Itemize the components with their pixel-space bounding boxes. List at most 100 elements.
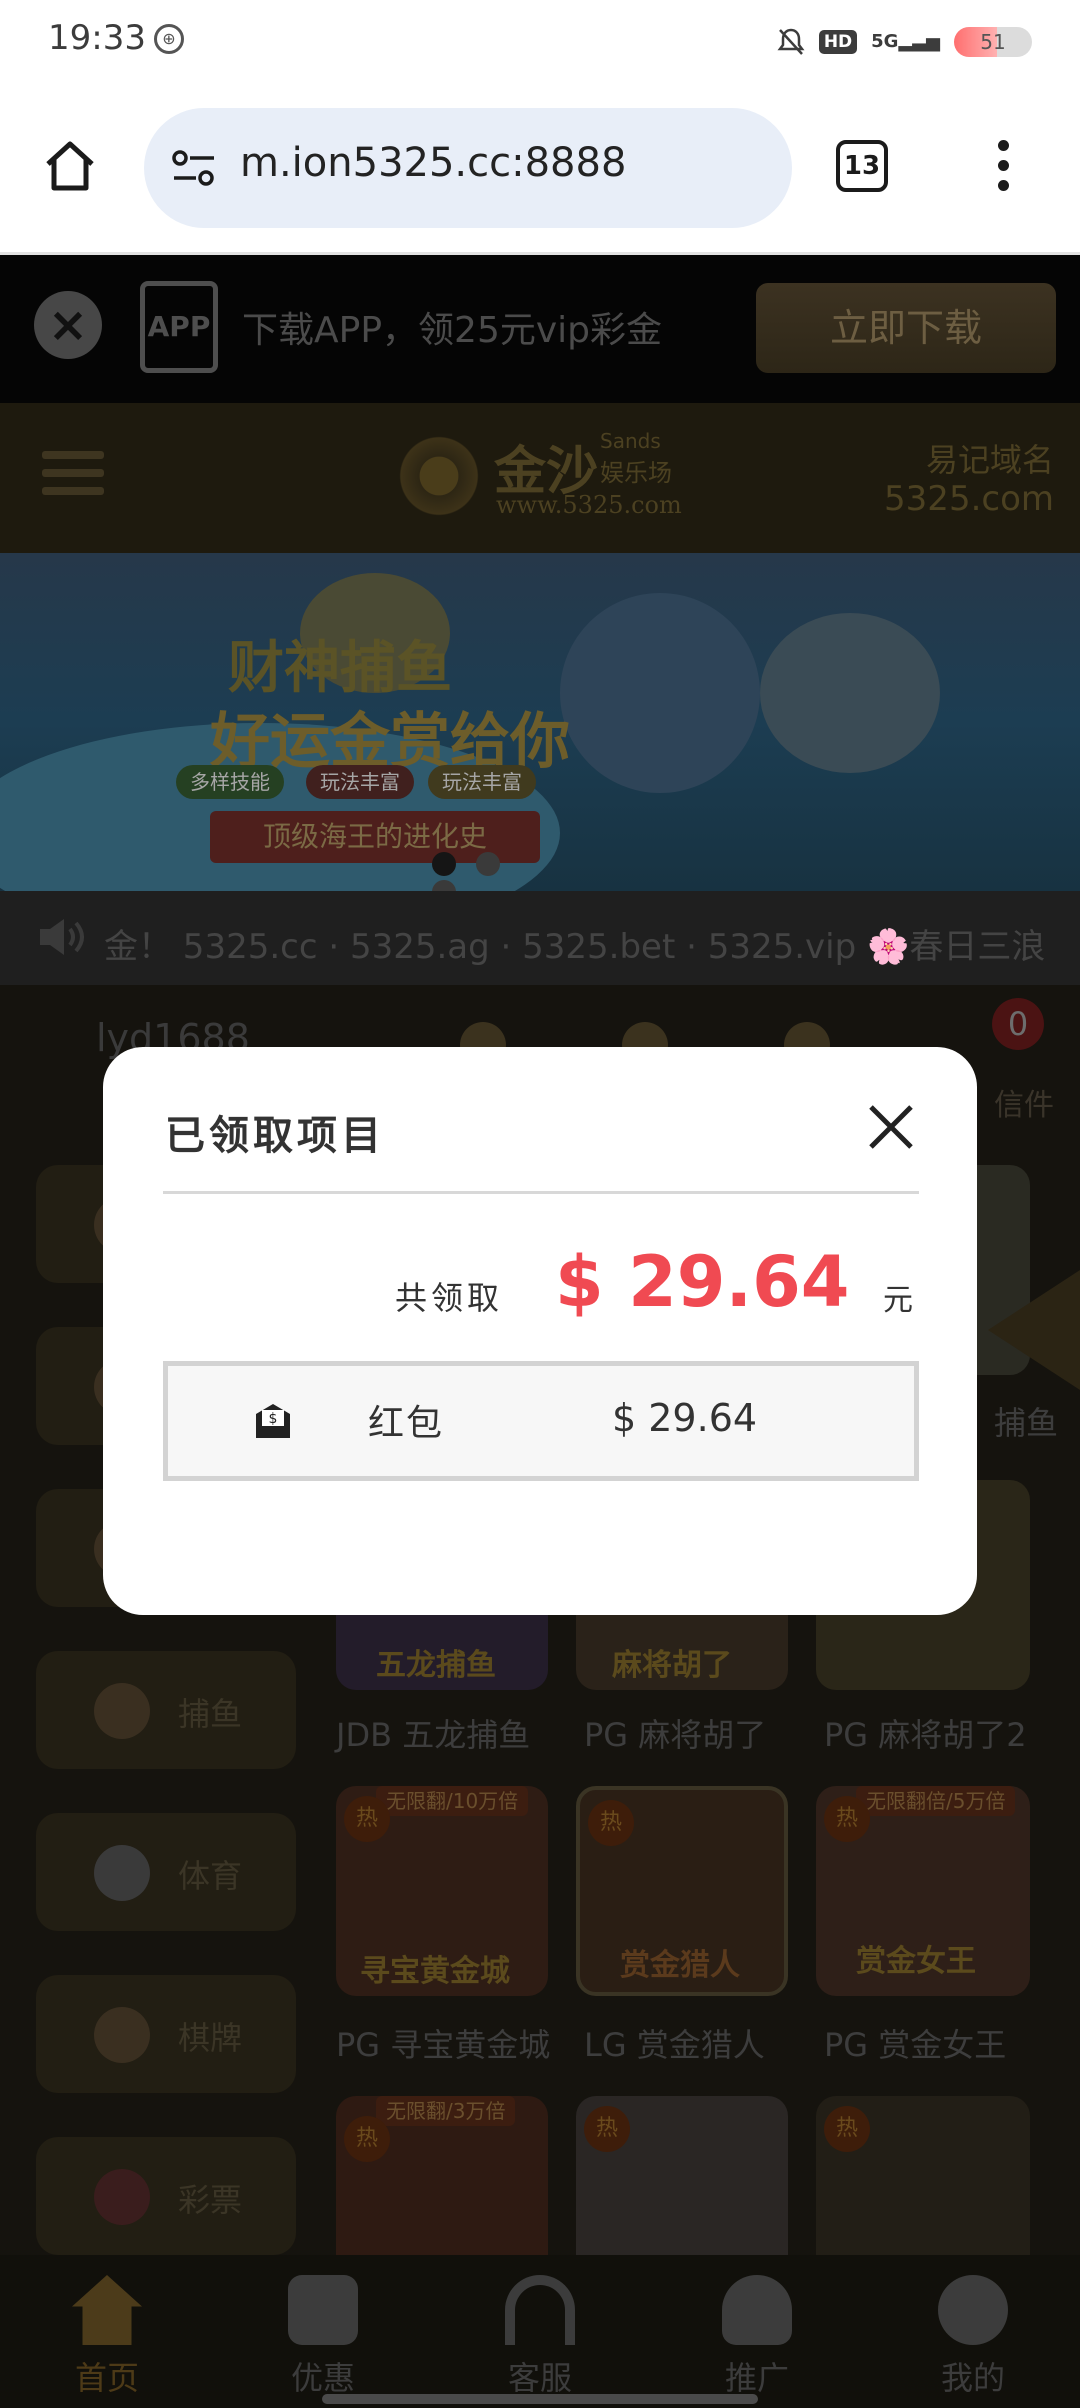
home-icon[interactable]: [40, 136, 100, 196]
hot-badge: 热: [344, 2116, 390, 2162]
promo-pill: 玩法丰富: [428, 765, 536, 799]
headset-icon: [505, 2275, 575, 2345]
hamburger-menu-icon[interactable]: [42, 451, 104, 499]
game-tag: 无限翻/3万倍: [376, 2096, 516, 2126]
mail-badge: 0: [992, 998, 1044, 1050]
lottery-balls-icon: [94, 2169, 150, 2225]
game-tile[interactable]: 热: [576, 2096, 788, 2256]
easy-domain: 5325.com: [884, 479, 1054, 519]
item-label: 红包: [368, 1403, 445, 1444]
signal-icon: 5G▂▃▅: [871, 31, 940, 52]
marquee-text: 金！ 5325.cc · 5325.ag · 5325.bet · 5325.v…: [104, 927, 1046, 967]
game-label[interactable]: PG 麻将胡了2: [824, 1710, 1080, 1756]
game-label[interactable]: LG 赏金猎人: [584, 2020, 765, 2066]
game-label[interactable]: JDB 五龙捕鱼: [336, 1710, 530, 1756]
nav-label: 客服: [507, 2359, 572, 2397]
nav-referral[interactable]: 推广: [682, 2275, 832, 2399]
category-label: 棋牌: [178, 2019, 243, 2057]
easy-domain-label: 易记域名: [925, 441, 1054, 479]
battery-icon: 51: [954, 27, 1032, 57]
nav-promotions[interactable]: 优惠: [248, 2275, 398, 2399]
mail-label[interactable]: 信件: [994, 1080, 1054, 1124]
logo-sub-cn: 娱乐场: [600, 459, 672, 487]
game-art-text: 五龙捕鱼: [376, 1648, 496, 1683]
logo-sun-icon: [394, 431, 484, 521]
close-icon[interactable]: [863, 1099, 919, 1155]
hot-badge: 热: [824, 1796, 870, 1842]
add-user-icon: [722, 2275, 792, 2345]
claimed-items-dialog: 已领取项目 共领取 $ 29.64 元 $ 红包 $ 29.64: [103, 1047, 977, 1615]
game-label[interactable]: PG 麻将胡了: [584, 1710, 766, 1756]
game-art-text: 寻宝黄金城: [360, 1954, 510, 1989]
category-chess-cards[interactable]: 棋牌: [36, 1975, 296, 2093]
game-art-text: 赏金女王: [856, 1944, 976, 1979]
hd-badge: HD: [818, 30, 858, 54]
mute-bell-icon: [777, 28, 805, 55]
shark-graphic: [560, 593, 760, 793]
category-sports[interactable]: 体育: [36, 1813, 296, 1931]
game-tile[interactable]: 无限翻倍/5万倍 热 赏金女王: [816, 1786, 1030, 1996]
promo-banner[interactable]: 财神捕鱼 好运金赏给你 多样技能 玩法丰富 玩法丰富 顶级海王的进化史: [0, 553, 1080, 891]
game-tile[interactable]: 热 赏金猎人: [576, 1786, 788, 1996]
app-file-icon: APP: [140, 281, 218, 373]
total-amount: $ 29.64: [555, 1241, 850, 1323]
promo-pill: 多样技能: [176, 765, 284, 799]
claimed-item-row: $ 红包 $ 29.64: [163, 1361, 919, 1481]
carousel-dots[interactable]: [432, 852, 562, 904]
nav-profile[interactable]: 我的: [898, 2275, 1048, 2399]
svg-text:$: $: [269, 1411, 278, 1427]
red-envelope-icon: $: [256, 1404, 290, 1438]
fish-graphic: [760, 613, 940, 773]
address-bar[interactable]: m.ion5325.cc:8888: [144, 108, 792, 228]
game-label[interactable]: PG 赏金女王: [824, 2020, 1006, 2066]
category-label: 体育: [178, 1857, 243, 1895]
nav-support[interactable]: 客服: [465, 2275, 615, 2399]
category-lottery[interactable]: 彩票: [36, 2137, 296, 2255]
download-now-button[interactable]: 立即下载: [756, 283, 1056, 373]
gesture-bar[interactable]: [322, 2394, 758, 2404]
gift-icon: [288, 2275, 358, 2345]
category-fishing[interactable]: 捕鱼: [36, 1651, 296, 1769]
game-tag: 无限翻倍/5万倍: [856, 1786, 1016, 1816]
game-tag: 无限翻/10万倍: [376, 1786, 529, 1816]
logo-sub-en: Sands: [600, 429, 661, 453]
download-banner: × APP 下载APP，领25元vip彩金 立即下载: [0, 255, 1080, 403]
site-settings-icon[interactable]: [170, 148, 218, 188]
game-art-text: 麻将胡了: [612, 1648, 732, 1683]
download-text: 下载APP，领25元vip彩金: [242, 310, 663, 351]
announcement-marquee[interactable]: 金！ 5325.cc · 5325.ag · 5325.bet · 5325.v…: [0, 891, 1080, 985]
soccer-ball-icon: [94, 1845, 150, 1901]
nav-label: 我的: [940, 2359, 1005, 2397]
game-label[interactable]: 捕鱼: [994, 1398, 1058, 1444]
profile-icon: [938, 2275, 1008, 2345]
hot-badge: 热: [588, 1800, 634, 1846]
nav-label: 优惠: [290, 2359, 355, 2397]
status-time: 19:33: [48, 18, 146, 58]
game-tile[interactable]: 热: [816, 2096, 1030, 2256]
category-label: 捕鱼: [178, 1695, 243, 1733]
browser-toolbar: m.ion5325.cc:8888 13: [0, 80, 1080, 255]
divider: [163, 1191, 919, 1194]
game-art-text: 赏金猎人: [620, 1948, 740, 1983]
game-tile[interactable]: 无限翻/10万倍 热 寻宝黄金城: [336, 1786, 548, 1996]
url-text[interactable]: m.ion5325.cc:8888: [240, 140, 626, 186]
game-tile[interactable]: 无限翻/3万倍 热: [336, 2096, 548, 2256]
status-icons: HD 5G▂▃▅ 51: [777, 22, 1032, 62]
hot-badge: 热: [344, 1796, 390, 1842]
nav-home[interactable]: 首页: [32, 2275, 182, 2399]
more-menu-icon[interactable]: [998, 140, 1010, 196]
speaker-icon: [40, 919, 84, 955]
dialog-title: 已领取项目: [165, 1112, 385, 1159]
data-saver-icon: ⊕: [154, 24, 184, 54]
item-amount: $ 29.64: [612, 1396, 758, 1440]
close-icon[interactable]: ×: [34, 291, 102, 359]
nav-label: 首页: [74, 2359, 139, 2397]
site-header: 金沙 Sands 娱乐场 www.5325.com 易记域名 5325.com: [0, 403, 1080, 553]
promo-pill: 玩法丰富: [306, 765, 414, 799]
category-label: 彩票: [178, 2181, 243, 2219]
hot-badge: 热: [584, 2106, 630, 2152]
game-label[interactable]: PG 寻宝黄金城: [336, 2020, 552, 2066]
status-bar: 19:33 ⊕ HD 5G▂▃▅ 51: [0, 0, 1080, 80]
home-icon: [72, 2275, 142, 2345]
tab-switcher-button[interactable]: 13: [836, 140, 888, 192]
